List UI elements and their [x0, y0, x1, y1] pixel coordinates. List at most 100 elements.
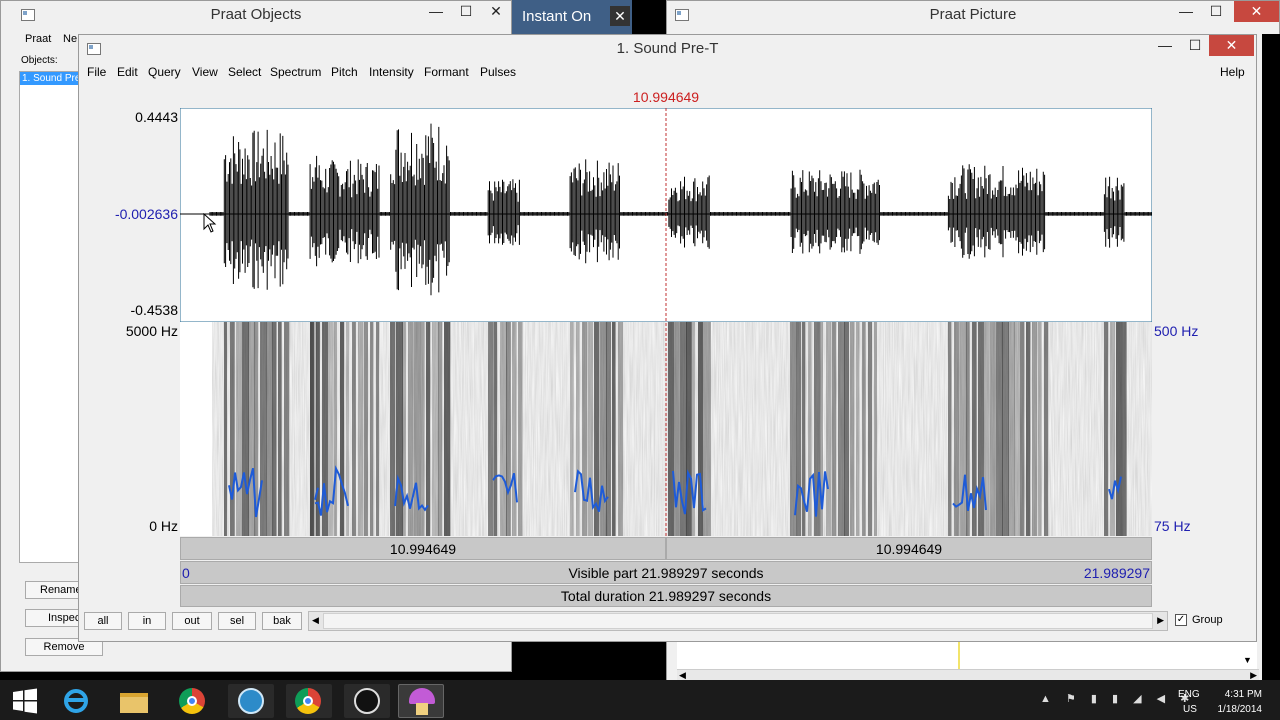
menu-query[interactable]: Query	[148, 65, 181, 79]
visible-part-label: Visible part 21.989297 seconds	[568, 565, 764, 581]
spectrogram-band	[996, 322, 1003, 536]
tray-lang[interactable]: ENG	[1178, 689, 1200, 700]
scroll-right-icon[interactable]: ▶	[1157, 615, 1164, 626]
menu-formant[interactable]: Formant	[424, 65, 469, 79]
editor-title: 1. Sound Pre-T	[616, 40, 719, 57]
group-checkbox[interactable]: ✓	[1175, 614, 1187, 626]
editor-titlebar[interactable]: 1. Sound Pre-T — ☐ ✕	[79, 35, 1256, 65]
objects-list-item[interactable]: 1. Sound Pre-T	[20, 72, 80, 85]
spectrogram-band	[488, 322, 494, 536]
menu-pitch[interactable]: Pitch	[331, 65, 358, 79]
tray-date[interactable]: 1/18/2014	[1204, 704, 1263, 715]
spec-ymax-label: 5000 Hz	[125, 323, 178, 339]
app-globe-icon[interactable]	[228, 684, 274, 718]
close-button[interactable]: ✕	[1209, 35, 1254, 56]
spectrogram-band	[686, 322, 692, 536]
spectrogram-band	[868, 322, 873, 536]
spectrogram-band	[506, 322, 511, 536]
spectrogram-band	[618, 322, 624, 536]
right-half-bar[interactable]: 10.994649	[666, 537, 1152, 560]
spectrogram-band	[358, 322, 364, 536]
spectrogram-band	[438, 322, 443, 536]
zoom-sel-button[interactable]: sel	[218, 612, 256, 630]
maximize-button[interactable]: ☐	[1180, 35, 1210, 56]
signal-view[interactable]	[180, 108, 1152, 536]
objects-menu-new[interactable]: New	[63, 33, 77, 45]
spectrogram-band	[704, 322, 711, 536]
left-half-bar[interactable]: 10.994649	[180, 537, 666, 560]
chrome-app-icon[interactable]	[286, 684, 332, 718]
spectrogram-band	[612, 322, 616, 536]
menu-view[interactable]: View	[192, 65, 218, 79]
scroll-thumb[interactable]	[323, 613, 1153, 629]
obs-icon[interactable]	[344, 684, 390, 718]
spectrogram-band	[370, 322, 374, 536]
tray-icons[interactable]: ▲ ⚑ ▮ ▮ ◢ ◀ ✱	[1040, 692, 1195, 705]
spectrogram-band	[284, 322, 290, 536]
zoom-out-button[interactable]: out	[172, 612, 212, 630]
picture-scroll-down-icon[interactable]: ▼	[1243, 655, 1252, 665]
menu-help[interactable]: Help	[1220, 65, 1245, 79]
picture-titlebar[interactable]: Praat Picture — ☐ ✕	[667, 1, 1279, 31]
spectrogram-band	[862, 322, 866, 536]
desktop-edge	[1262, 34, 1280, 680]
total-duration-bar[interactable]: Total duration 21.989297 seconds	[180, 585, 1152, 607]
maximize-button[interactable]: ☐	[1201, 1, 1231, 22]
file-explorer-icon[interactable]	[112, 684, 158, 718]
praat-icon[interactable]	[398, 684, 444, 718]
pitch-min-label: 75 Hz	[1154, 518, 1191, 534]
menu-select[interactable]: Select	[228, 65, 261, 79]
zoom-all-button[interactable]: all	[84, 612, 122, 630]
spectrogram-band	[266, 322, 273, 536]
maximize-button[interactable]: ☐	[451, 1, 481, 22]
menu-spectrum[interactable]: Spectrum	[270, 65, 321, 79]
scroll-left-icon[interactable]: ◀	[312, 615, 319, 626]
spectrogram-band	[990, 322, 996, 536]
ie-icon[interactable]	[54, 684, 100, 718]
spectrogram-band	[518, 322, 523, 536]
wave-ymax-label: 0.4443	[135, 109, 178, 125]
visible-part-bar[interactable]: 0 Visible part 21.989297 seconds 21.9892…	[180, 561, 1152, 584]
editor-hscrollbar[interactable]: ◀ ▶	[308, 611, 1168, 631]
menu-edit[interactable]: Edit	[117, 65, 138, 79]
close-button[interactable]: ✕	[481, 1, 511, 22]
spectrogram-band	[1116, 322, 1123, 536]
spectrogram-band	[278, 322, 282, 536]
spectrogram-band	[576, 322, 580, 536]
close-button[interactable]: ✕	[1234, 1, 1279, 22]
menu-file[interactable]: File	[87, 65, 106, 79]
chrome-icon[interactable]	[170, 684, 216, 718]
inspect-button[interactable]: Inspect	[25, 609, 81, 627]
spectrogram-band	[1032, 322, 1038, 536]
zoom-bak-button[interactable]: bak	[262, 612, 302, 630]
menu-pulses[interactable]: Pulses	[480, 65, 516, 79]
menu-intensity[interactable]: Intensity	[369, 65, 414, 79]
objects-titlebar[interactable]: Praat Objects — ☐ ✕	[1, 1, 511, 31]
objects-list[interactable]: 1. Sound Pre-T	[19, 71, 81, 563]
spectrogram-band	[1026, 322, 1031, 536]
spectrogram-band	[352, 322, 356, 536]
wave-ymid-label: -0.002636	[114, 206, 178, 222]
tray-time[interactable]: 4:31 PM	[1214, 689, 1262, 700]
rename-button[interactable]: Rename...	[25, 581, 81, 599]
spectrogram-band	[1110, 322, 1116, 536]
instant-on-label: Instant On	[522, 8, 592, 25]
pitch-max-label: 500 Hz	[1154, 323, 1199, 339]
spectrogram-band	[444, 322, 451, 536]
spectrogram-band	[500, 322, 507, 536]
instant-on-window[interactable]: Instant On ✕	[512, 0, 632, 34]
spectrogram-band	[334, 322, 338, 536]
objects-menu-praat[interactable]: Praat	[25, 33, 51, 45]
minimize-button[interactable]: —	[1171, 1, 1201, 22]
spectrogram-band	[248, 322, 255, 536]
spectrogram-band	[224, 322, 228, 536]
picture-canvas[interactable]	[677, 641, 1257, 669]
minimize-button[interactable]: —	[1150, 35, 1180, 56]
spectrogram-band	[978, 322, 985, 536]
spectrogram-band	[1020, 322, 1025, 536]
minimize-button[interactable]: —	[421, 1, 451, 22]
spectrogram-band	[242, 322, 249, 536]
instant-on-close-button[interactable]: ✕	[610, 6, 630, 26]
zoom-in-button[interactable]: in	[128, 612, 166, 630]
windows-start-icon[interactable]	[12, 688, 38, 714]
